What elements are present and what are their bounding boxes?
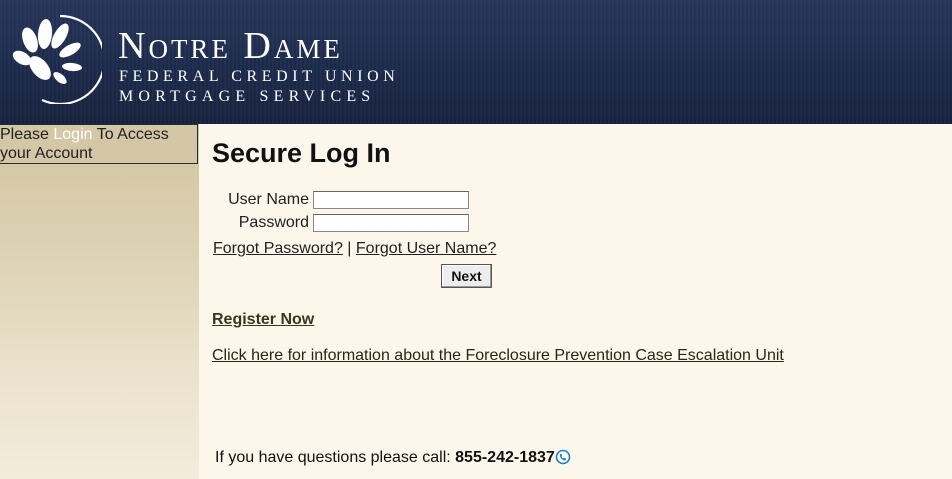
username-input[interactable] — [313, 191, 469, 209]
brand-line-mortgage: MORTGAGE SERVICES — [119, 88, 376, 105]
brand-line-credit-union: FEDERAL CREDIT UNION — [119, 68, 400, 85]
phone-number[interactable]: 855-242-1837 — [455, 449, 555, 466]
logo-icon — [12, 14, 102, 104]
login-link[interactable]: Login — [53, 126, 92, 143]
contact-line: If you have questions please call: 855-2… — [215, 449, 571, 467]
login-prompt: Please Login To Access your Account — [0, 124, 198, 164]
sidebar: Please Login To Access your Account — [0, 124, 199, 479]
username-label: User Name — [228, 191, 309, 208]
brand-name: Notre Dame — [118, 25, 343, 67]
next-button[interactable]: Next — [441, 264, 492, 288]
contact-text: If you have questions please call: — [215, 449, 456, 466]
password-label: Password — [238, 214, 309, 231]
main-content: Secure Log In User Name Password Forgot … — [199, 124, 952, 479]
forgot-password-link[interactable]: Forgot Password? — [213, 240, 343, 257]
site-header: Notre Dame FEDERAL CREDIT UNION MORTGAGE… — [0, 0, 952, 124]
phone-call-icon[interactable] — [555, 449, 571, 465]
foreclosure-info-link[interactable]: Click here for information about the For… — [212, 347, 784, 365]
login-prompt-prefix: Please — [0, 126, 54, 143]
forgot-links: Forgot Password? | Forgot User Name? — [213, 240, 496, 258]
link-separator: | — [342, 240, 356, 257]
forgot-username-link[interactable]: Forgot User Name? — [356, 240, 497, 257]
register-now-link[interactable]: Register Now — [212, 311, 314, 329]
password-input[interactable] — [313, 214, 469, 232]
page-title: Secure Log In — [212, 138, 391, 168]
